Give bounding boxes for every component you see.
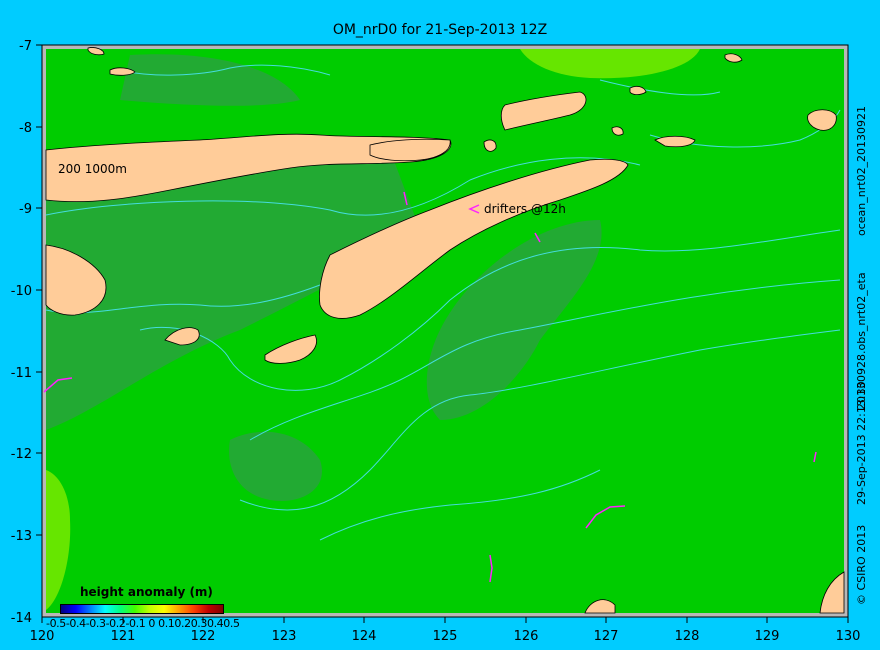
lon-tick: 124 [352,629,377,644]
lon-tick: 130 [836,629,861,644]
legend-tick-labels: -0.5-0.4-0.3-0.2-0.1 0 0.10.20.30.40.5 [46,617,240,630]
lon-tick: 128 [675,629,700,644]
lon-tick: 129 [755,629,780,644]
map-canvas: 200 1000m drifters @12h 120 121 122 123 … [11,39,861,644]
lon-tick: 127 [594,629,619,644]
lat-tick-labels: -7 -8 -9 -10 -11 -12 -13 -14 [11,39,32,626]
lat-tick: -10 [11,284,32,299]
lon-tick: 120 [30,629,55,644]
lat-tick: -11 [11,366,32,381]
lon-tick: 126 [514,629,539,644]
drifter-label: drifters @12h [484,202,566,216]
copyright-text: © CSIRO 2013 [855,524,868,605]
lat-tick: -8 [19,121,32,136]
lon-tick: 122 [191,629,216,644]
legend-colorbar [60,604,224,614]
lat-tick: -7 [19,39,32,54]
lat-tick: -14 [11,611,32,626]
lon-tick: 125 [433,629,458,644]
run-id-text: ocean_nrt02_20130921 [855,105,868,236]
legend-title: height anomaly (m) [80,585,213,599]
lat-tick: -13 [11,529,32,544]
lon-tick: 123 [272,629,297,644]
lat-tick: -9 [19,202,32,217]
lat-tick: -12 [11,447,32,462]
contour-label: 200 1000m [58,162,127,176]
timestamp-text: 29-Sep-2013 22:13:30 [855,381,868,505]
lon-tick-labels: 120 121 122 123 124 125 126 127 128 129 … [30,629,861,644]
lon-tick: 121 [111,629,136,644]
